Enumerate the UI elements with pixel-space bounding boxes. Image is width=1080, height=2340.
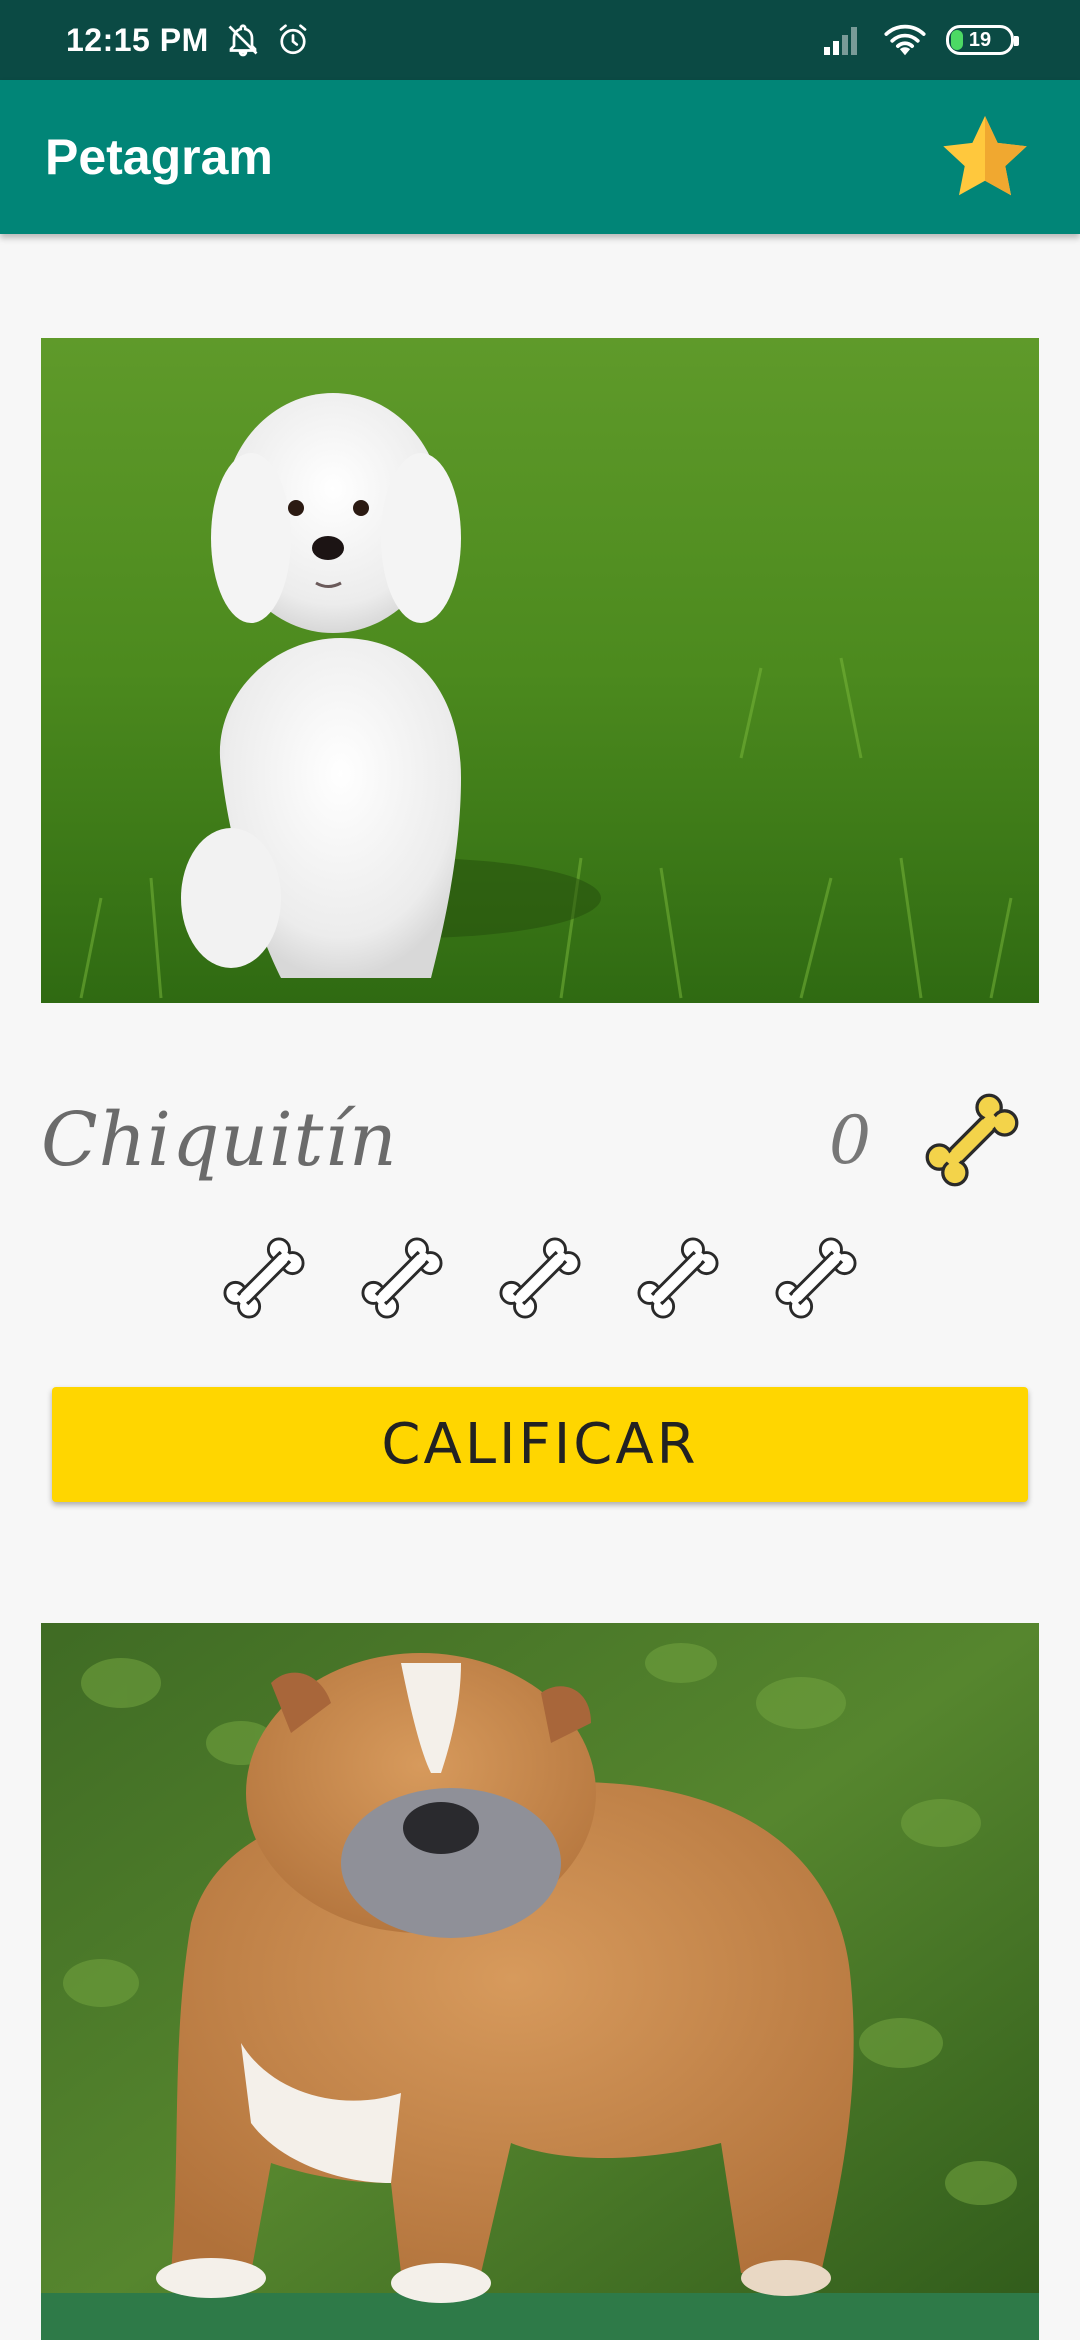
status-time: 12:15 PM [66,21,209,58]
app-bar: Petagram [0,80,1080,234]
signal-icon [824,27,857,55]
battery-icon: 19 [946,25,1019,55]
pet-info-row: Chiquitín 0 [41,1080,1039,1200]
rate-button[interactable]: CALIFICAR [52,1387,1028,1502]
alarm-icon [279,24,307,55]
pet-photo-bulldog[interactable] [41,1623,1039,2340]
pet-photo-maltese[interactable] [41,338,1039,1003]
rating-bone-2-icon[interactable] [354,1230,450,1326]
rating-bones [0,1230,1080,1340]
notifications-off-icon [228,24,258,57]
star-icon [943,116,1027,196]
bone-icon [925,1093,1019,1187]
pet-name: Chiquitín [41,1097,398,1183]
battery-level: 19 [968,28,992,51]
favorites-button[interactable] [935,107,1035,207]
rating-bone-4-icon[interactable] [630,1230,726,1326]
pet-rating-count: 0 [829,1101,871,1179]
app-title: Petagram [45,129,273,185]
rating-bone-1-icon[interactable] [216,1230,312,1326]
rating-bone-5-icon[interactable] [768,1230,864,1326]
status-bar: 12:15 PM 19 [0,0,1080,80]
wifi-icon [884,24,926,56]
rating-bone-3-icon[interactable] [492,1230,588,1326]
